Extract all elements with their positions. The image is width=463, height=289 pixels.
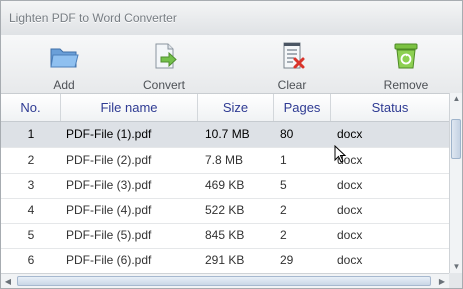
table-row[interactable]: 5 PDF-File (5).pdf 845 KB 2 docx — [1, 223, 449, 249]
cell-file-name: PDF-File (4).pdf — [66, 203, 152, 217]
cell-pages: 2 — [280, 203, 287, 217]
cell-status: docx — [337, 253, 363, 267]
vertical-scrollbar[interactable]: ▲ ▼ — [449, 93, 462, 273]
cell-size: 845 KB — [205, 228, 245, 242]
clear-button[interactable]: Clear — [247, 35, 337, 93]
convert-button[interactable]: Convert — [119, 35, 209, 93]
cell-file-name: PDF-File (2).pdf — [66, 153, 152, 167]
scrollbar-corner — [449, 273, 462, 288]
cell-no: 6 — [27, 253, 35, 267]
cell-size: 522 KB — [205, 203, 245, 217]
add-label: Add — [53, 78, 75, 92]
recycle-bin-icon — [394, 43, 418, 69]
table-header: No. File name Size Pages Status — [1, 94, 449, 122]
cell-status: docx — [337, 178, 363, 192]
cell-pages: 2 — [280, 228, 287, 242]
cell-pages: 1 — [280, 153, 287, 167]
vertical-scroll-thumb[interactable] — [451, 119, 461, 159]
cell-no: 2 — [27, 153, 35, 167]
cell-no: 4 — [27, 203, 35, 217]
mouse-pointer-icon — [334, 145, 347, 163]
table-row[interactable]: 6 PDF-File (6).pdf 291 KB 29 docx — [1, 248, 449, 274]
cell-pages: 80 — [280, 127, 294, 141]
cell-size: 469 KB — [205, 178, 245, 192]
cell-file-name: PDF-File (5).pdf — [66, 228, 152, 242]
cell-size: 10.7 MB — [205, 127, 250, 141]
table-row[interactable]: 2 PDF-File (2).pdf 7.8 MB 1 docx — [1, 148, 449, 174]
cell-no: 5 — [27, 228, 35, 242]
scroll-up-arrow-icon[interactable]: ▲ — [450, 93, 462, 105]
toolbar: Add Convert Clear Remove — [1, 35, 462, 93]
table-row[interactable]: 3 PDF-File (3).pdf 469 KB 5 docx — [1, 173, 449, 199]
cell-size: 7.8 MB — [205, 153, 244, 167]
table-row[interactable]: 1 PDF-File (1).pdf 10.7 MB 80 docx — [1, 122, 449, 148]
cell-file-name: PDF-File (3).pdf — [66, 178, 152, 192]
cell-pages: 5 — [280, 178, 287, 192]
remove-label: Remove — [383, 78, 429, 92]
app-window: Lighten PDF to Word Converter Add Conver… — [0, 0, 463, 289]
cell-pages: 29 — [280, 253, 294, 267]
remove-button[interactable]: Remove — [361, 35, 451, 93]
cell-status: docx — [337, 153, 363, 167]
convert-label: Convert — [142, 78, 186, 92]
horizontal-scroll-thumb[interactable] — [17, 276, 431, 286]
folder-icon — [50, 48, 79, 68]
cell-no: 1 — [27, 127, 35, 141]
cell-file-name: PDF-File (1).pdf — [66, 127, 152, 141]
window-title: Lighten PDF to Word Converter — [9, 11, 177, 25]
column-header-size[interactable]: Size — [198, 94, 274, 121]
table-row[interactable]: 4 PDF-File (4).pdf 522 KB 2 docx — [1, 198, 449, 224]
column-header-no[interactable]: No. — [1, 94, 61, 121]
column-header-status[interactable]: Status — [331, 94, 449, 121]
file-table: No. File name Size Pages Status 1 PDF-Fi… — [1, 93, 449, 274]
document-convert-icon — [155, 43, 177, 69]
title-bar: Lighten PDF to Word Converter — [1, 1, 462, 36]
cell-status: docx — [337, 228, 363, 242]
scroll-right-arrow-icon[interactable]: ▶ — [435, 274, 449, 288]
cell-status: docx — [337, 203, 363, 217]
scroll-left-arrow-icon[interactable]: ◀ — [1, 274, 15, 288]
cell-status: docx — [337, 127, 363, 141]
cell-file-name: PDF-File (6).pdf — [66, 253, 152, 267]
clear-label: Clear — [277, 78, 307, 92]
add-button[interactable]: Add — [19, 35, 109, 93]
scroll-down-arrow-icon[interactable]: ▼ — [450, 261, 462, 273]
column-header-pages[interactable]: Pages — [274, 94, 331, 121]
cell-no: 3 — [27, 178, 35, 192]
column-header-file-name[interactable]: File name — [61, 94, 198, 121]
cell-size: 291 KB — [205, 253, 245, 267]
horizontal-scrollbar[interactable]: ◀ ▶ — [1, 273, 449, 288]
document-clear-icon — [283, 42, 305, 69]
